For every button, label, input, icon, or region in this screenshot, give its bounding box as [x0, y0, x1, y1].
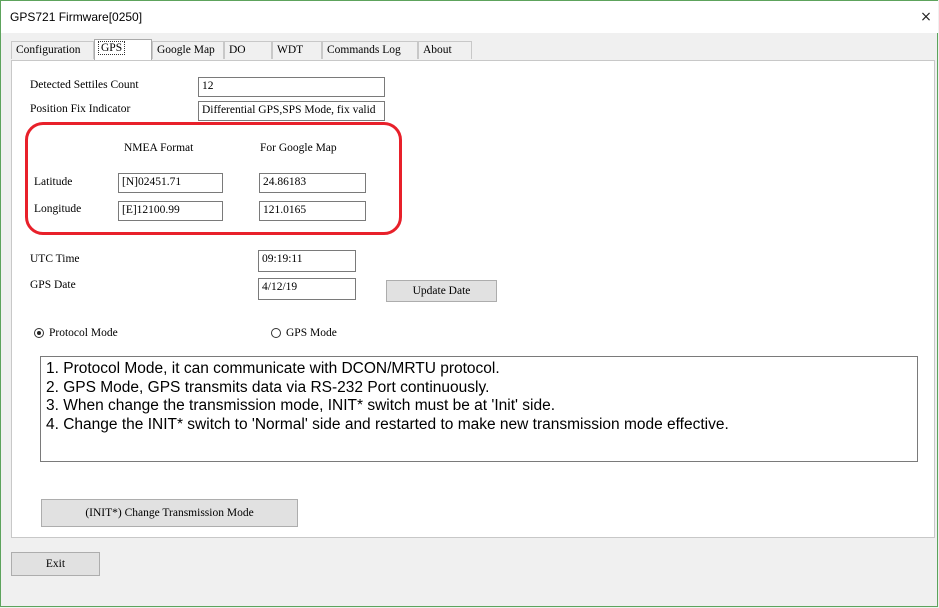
- info-line: 1. Protocol Mode, it can communicate wit…: [46, 360, 500, 377]
- gps-mode-radio[interactable]: GPS Mode: [271, 327, 337, 339]
- tab-gps[interactable]: GPS: [94, 39, 152, 60]
- latitude-google-field[interactable]: 24.86183: [259, 173, 366, 193]
- app-window: GPS721 Firmware[0250] × Configuration GP…: [0, 0, 938, 607]
- tab-about[interactable]: About: [418, 41, 472, 59]
- tab-configuration[interactable]: Configuration: [11, 41, 94, 59]
- satellites-field[interactable]: 12: [198, 77, 385, 97]
- gps-date-field[interactable]: 4/12/19: [258, 278, 356, 300]
- gps-mode-label: GPS Mode: [286, 327, 337, 339]
- tab-wdt[interactable]: WDT: [272, 41, 322, 59]
- info-line: 3. When change the transmission mode, IN…: [46, 397, 556, 414]
- exit-button[interactable]: Exit: [11, 552, 100, 576]
- radio-unselected-icon: [271, 328, 281, 338]
- utc-time-label: UTC Time: [30, 253, 80, 265]
- tab-commands-log[interactable]: Commands Log: [322, 41, 418, 59]
- google-map-header: For Google Map: [260, 142, 337, 154]
- info-line: 4. Change the INIT* switch to 'Normal' s…: [46, 415, 729, 433]
- mode-info-textbox[interactable]: 1. Protocol Mode, it can communicate wit…: [40, 356, 918, 462]
- longitude-google-field[interactable]: 121.0165: [259, 201, 366, 221]
- latitude-nmea-field[interactable]: [N]02451.71: [118, 173, 223, 193]
- longitude-nmea-field[interactable]: [E]12100.99: [118, 201, 223, 221]
- protocol-mode-label: Protocol Mode: [49, 327, 118, 339]
- nmea-format-header: NMEA Format: [124, 142, 194, 154]
- info-line: 2. GPS Mode, GPS transmits data via RS-2…: [46, 378, 490, 396]
- gps-date-label: GPS Date: [30, 279, 76, 291]
- protocol-mode-radio[interactable]: Protocol Mode: [34, 327, 118, 339]
- change-transmission-mode-button[interactable]: (INIT*) Change Transmission Mode: [41, 499, 298, 527]
- longitude-label: Longitude: [34, 203, 82, 215]
- close-icon[interactable]: ×: [914, 1, 938, 33]
- utc-time-field[interactable]: 09:19:11: [258, 250, 356, 272]
- tab-do[interactable]: DO: [224, 41, 272, 59]
- fix-indicator-label: Position Fix Indicator: [30, 103, 131, 115]
- tab-google-map[interactable]: Google Map: [152, 41, 224, 59]
- latitude-label: Latitude: [34, 176, 73, 188]
- update-date-button[interactable]: Update Date: [386, 280, 497, 302]
- tab-strip: Configuration GPS Google Map DO WDT Comm…: [11, 39, 911, 60]
- fix-indicator-field[interactable]: Differential GPS,SPS Mode, fix valid: [198, 101, 385, 121]
- gps-panel: Detected Settiles Count 12 Position Fix …: [11, 60, 935, 538]
- radio-selected-icon: [34, 328, 44, 338]
- window-title: GPS721 Firmware[0250]: [10, 10, 143, 24]
- title-bar: GPS721 Firmware[0250] ×: [1, 1, 938, 33]
- satellites-label: Detected Settiles Count: [30, 79, 139, 91]
